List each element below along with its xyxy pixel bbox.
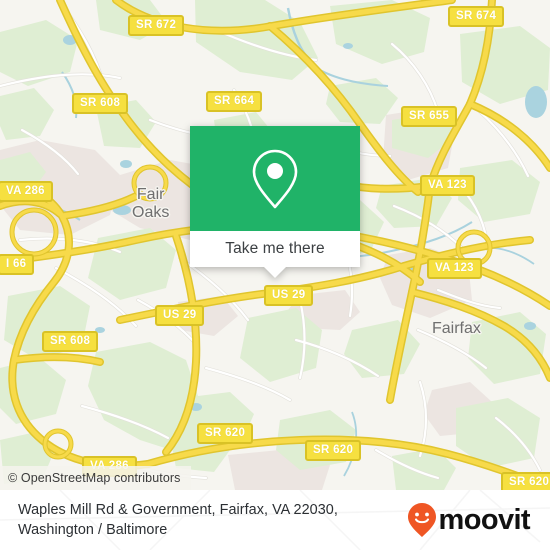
- location-caption: Waples Mill Rd & Government, Fairfax, VA…: [18, 500, 407, 540]
- popup-action-bar[interactable]: Take me there: [190, 231, 360, 267]
- moovit-smiley-pin-icon: [407, 503, 436, 537]
- shield-va-286-north[interactable]: VA 286: [0, 181, 53, 202]
- shield-sr-672[interactable]: SR 672: [128, 15, 185, 36]
- shield-sr-620-east[interactable]: SR 620: [501, 472, 550, 490]
- shield-sr-655[interactable]: SR 655: [401, 106, 458, 127]
- moovit-wordmark: moovit: [438, 503, 531, 536]
- footer-bar: Waples Mill Rd & Government, Fairfax, VA…: [0, 490, 550, 550]
- shield-us-29-center[interactable]: US 29: [264, 285, 314, 306]
- shield-us-29-west[interactable]: US 29: [155, 305, 205, 326]
- shield-va-123-north[interactable]: VA 123: [420, 175, 475, 196]
- shield-sr-664[interactable]: SR 664: [206, 91, 263, 112]
- place-label-fairfax: Fairfax: [432, 320, 481, 337]
- shield-sr-620-west[interactable]: SR 620: [197, 423, 254, 444]
- shield-i-66[interactable]: I 66: [0, 254, 35, 275]
- map-attribution[interactable]: © OpenStreetMap contributors: [0, 466, 191, 490]
- moovit-station-map-page: Fair Oaks Fairfax SR 672 SR 674 SR 608 S…: [0, 0, 550, 550]
- caption-line-2: Washington / Baltimore: [18, 522, 168, 538]
- popup-tail: [264, 267, 286, 278]
- map-canvas[interactable]: Fair Oaks Fairfax SR 672 SR 674 SR 608 S…: [0, 0, 550, 490]
- popup-pin-panel: [190, 126, 360, 231]
- moovit-logo[interactable]: moovit: [407, 502, 534, 538]
- location-pin-icon: [252, 149, 298, 208]
- shield-sr-608-south[interactable]: SR 608: [42, 331, 99, 352]
- shield-sr-674[interactable]: SR 674: [448, 6, 505, 27]
- attribution-text: © OpenStreetMap contributors: [8, 471, 181, 485]
- caption-line-1: Waples Mill Rd & Government, Fairfax, VA…: [18, 502, 338, 518]
- shield-sr-608-north[interactable]: SR 608: [72, 93, 129, 114]
- take-me-there-label: Take me there: [225, 240, 325, 257]
- place-label-fair-oaks: Fair Oaks: [132, 186, 170, 221]
- shield-sr-620-center[interactable]: SR 620: [305, 440, 362, 461]
- shield-va-123-south[interactable]: VA 123: [427, 258, 482, 279]
- station-popup-card[interactable]: Take me there: [190, 126, 360, 278]
